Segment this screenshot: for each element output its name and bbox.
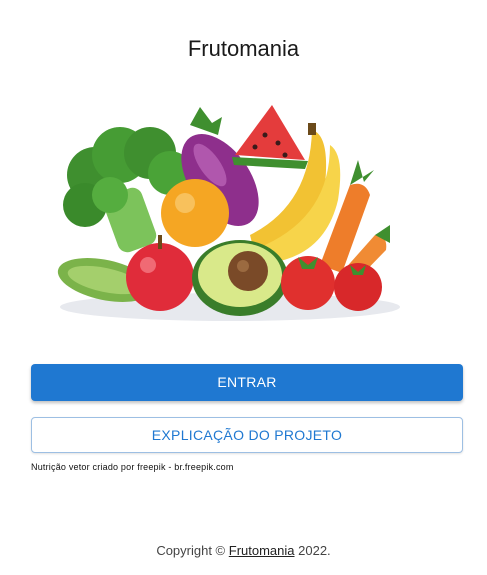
footer-brand-link[interactable]: Frutomania [229,543,295,558]
copyright-prefix: Copyright © [156,543,226,558]
enter-button[interactable]: ENTRAR [31,364,463,401]
image-credit: Nutrição vetor criado por freepik - br.f… [31,462,234,472]
page-title: Frutomania [187,36,300,61]
orange-icon [161,179,229,247]
footer-copyright: Copyright © Frutomania 2022. [0,543,487,558]
fruits-vegetables-illustration [57,105,400,321]
project-explanation-button[interactable]: EXPLICAÇÃO DO PROJETO [31,417,463,453]
avocado-icon [192,240,288,316]
watermelon-icon [232,105,308,169]
copyright-year: 2022. [298,543,331,558]
